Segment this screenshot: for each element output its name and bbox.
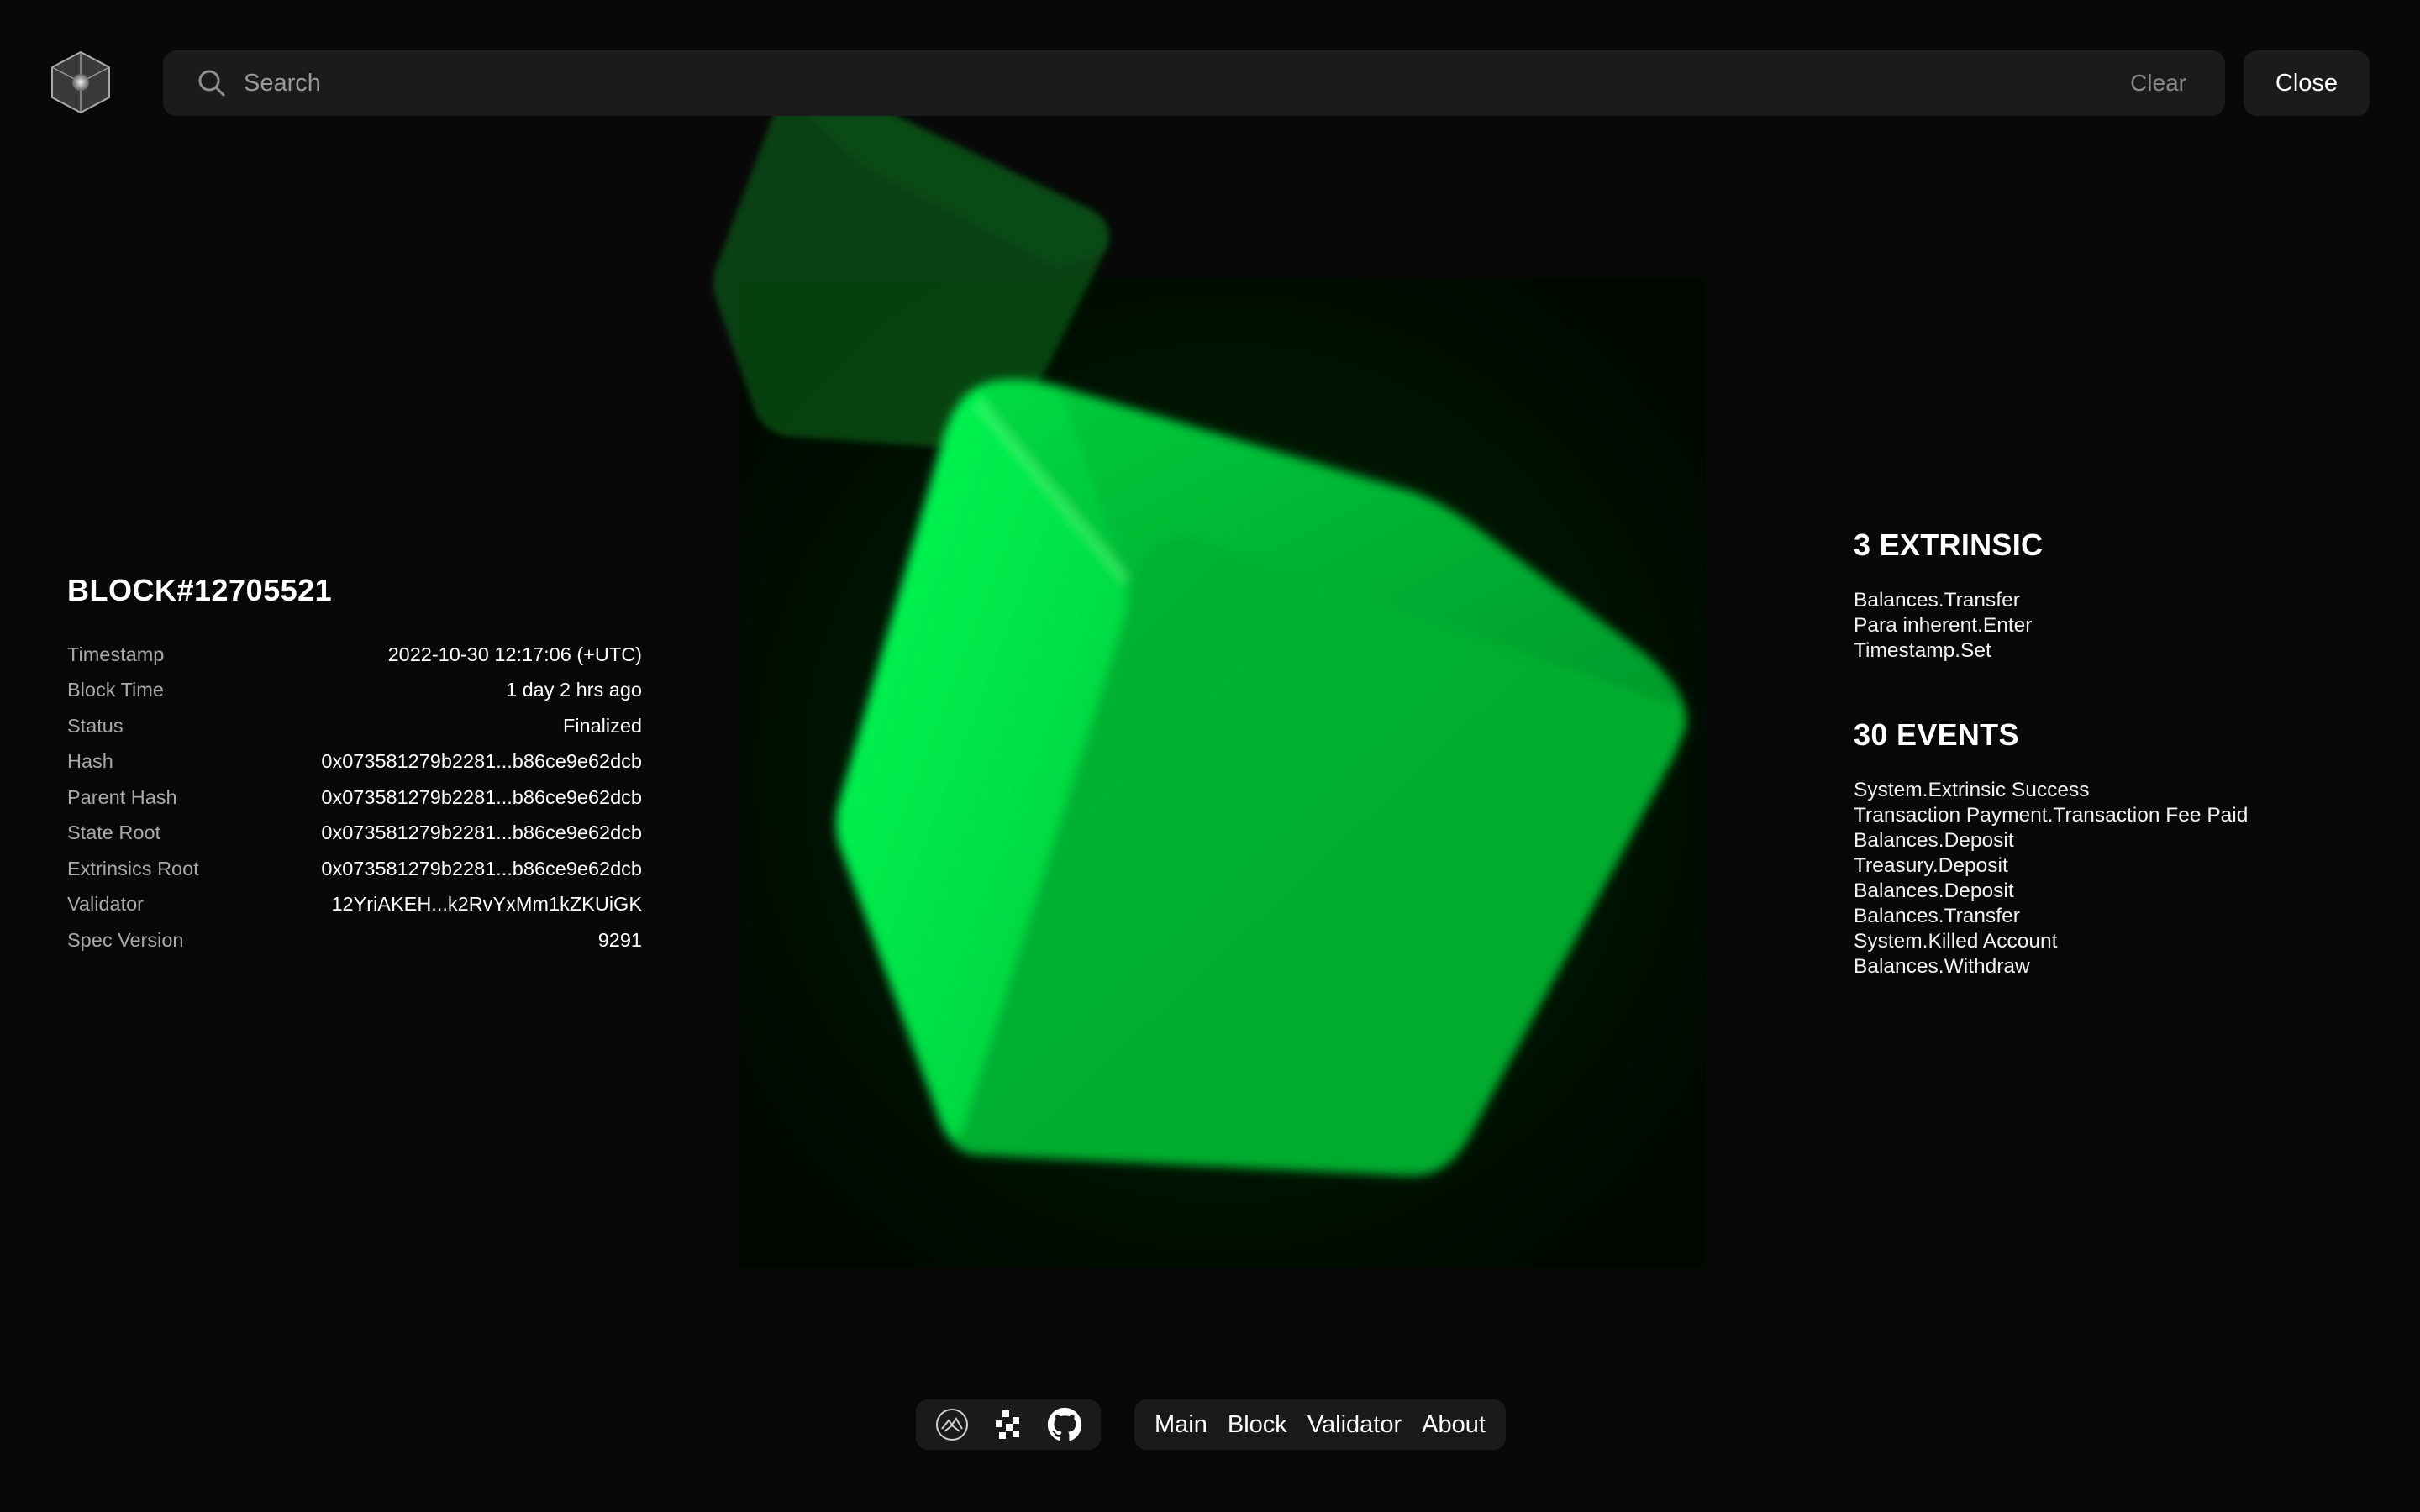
validator-value[interactable]: 12YriAKEH...k2RvYxMm1kZKUiGK <box>331 893 642 916</box>
extrinsics-list: Balances.Transfer Para inherent.Enter Ti… <box>1854 588 2324 664</box>
field-label: Status <box>67 714 124 737</box>
social-links <box>916 1399 1101 1450</box>
field-row-state-root: State Root 0x073581279b2281...b86ce9e62d… <box>67 816 642 852</box>
event-item[interactable]: Balances.Deposit <box>1854 879 2324 904</box>
github-icon[interactable] <box>1046 1406 1083 1443</box>
state-root-value: 0x073581279b2281...b86ce9e62dcb <box>321 822 642 844</box>
field-row-extrinsics-root: Extrinsics Root 0x073581279b2281...b86ce… <box>67 851 642 887</box>
close-button[interactable]: Close <box>2244 50 2370 116</box>
clear-button[interactable]: Clear <box>2125 69 2191 97</box>
block-title: BLOCK#12705521 <box>67 573 333 607</box>
cube-logo-icon[interactable] <box>47 49 114 116</box>
extrinsics-title: 3 EXTRINSIC <box>1854 528 2044 562</box>
field-row-parent-hash: Parent Hash 0x073581279b2281...b86ce9e62… <box>67 780 642 816</box>
search-bar: Clear <box>163 50 2225 116</box>
field-row-status: Status Finalized <box>67 708 642 744</box>
nav-main[interactable]: Main <box>1155 1411 1207 1439</box>
hash-value[interactable]: 0x073581279b2281...b86ce9e62dcb <box>321 750 642 773</box>
field-label: Timestamp <box>67 643 165 665</box>
field-label: Hash <box>67 750 113 773</box>
event-item[interactable]: Transaction Payment.Transaction Fee Paid <box>1854 803 2324 828</box>
event-item[interactable]: System.Extrinsic Success <box>1854 778 2324 803</box>
field-row-validator: Validator 12YriAKEH...k2RvYxMm1kZKUiGK <box>67 887 642 923</box>
field-value: 1 day 2 hrs ago <box>506 679 642 701</box>
extrinsics-root-value: 0x073581279b2281...b86ce9e62dcb <box>321 857 642 879</box>
extrinsic-item[interactable]: Para inherent.Enter <box>1854 613 2324 638</box>
background-cube <box>713 83 1109 450</box>
search-icon <box>197 68 227 98</box>
extrinsic-item[interactable]: Balances.Transfer <box>1854 588 2324 613</box>
spec-version-value: 9291 <box>597 928 642 951</box>
extrinsic-item[interactable]: Timestamp.Set <box>1854 638 2324 664</box>
status-value: Finalized <box>562 714 642 737</box>
event-item[interactable]: Balances.Withdraw <box>1854 954 2324 979</box>
field-label: Block Time <box>67 679 164 701</box>
extrinsics-events-panel: 3 EXTRINSIC Balances.Transfer Para inher… <box>1854 528 2324 1033</box>
event-item[interactable]: System.Killed Account <box>1854 929 2324 954</box>
field-label: State Root <box>67 822 161 844</box>
field-row-block-time: Block Time 1 day 2 hrs ago <box>67 673 642 709</box>
main-nav: Main Block Validator About <box>1134 1399 1506 1450</box>
event-item[interactable]: Balances.Transfer <box>1854 904 2324 929</box>
polkadot-icon[interactable] <box>990 1406 1027 1443</box>
main-cube <box>836 380 1686 1176</box>
field-label: Validator <box>67 893 145 916</box>
nav-block[interactable]: Block <box>1228 1411 1287 1439</box>
events-title: 30 EVENTS <box>1854 717 2019 752</box>
events-list: System.Extrinsic Success Transaction Pay… <box>1854 778 2324 979</box>
field-value: 2022-10-30 12:17:06 (+UTC) <box>387 643 642 665</box>
nav-validator[interactable]: Validator <box>1307 1411 1402 1439</box>
search-input[interactable] <box>242 68 2126 98</box>
subsquid-icon[interactable] <box>934 1406 971 1443</box>
cube-backdrop <box>739 277 1706 1268</box>
field-label: Extrinsics Root <box>67 857 199 879</box>
nav-about[interactable]: About <box>1422 1411 1486 1439</box>
field-row-timestamp: Timestamp 2022-10-30 12:17:06 (+UTC) <box>67 637 642 673</box>
event-item[interactable]: Treasury.Deposit <box>1854 853 2324 879</box>
block-details-panel: BLOCK#12705521 Timestamp 2022-10-30 12:1… <box>67 573 642 958</box>
field-row-spec-version: Spec Version 9291 <box>67 922 642 958</box>
field-label: Spec Version <box>67 928 184 951</box>
block-fields: Timestamp 2022-10-30 12:17:06 (+UTC) Blo… <box>67 637 642 958</box>
event-item[interactable]: Balances.Deposit <box>1854 828 2324 853</box>
field-row-hash: Hash 0x073581279b2281...b86ce9e62dcb <box>67 744 642 780</box>
field-label: Parent Hash <box>67 785 177 808</box>
parent-hash-value[interactable]: 0x073581279b2281...b86ce9e62dcb <box>321 786 642 809</box>
